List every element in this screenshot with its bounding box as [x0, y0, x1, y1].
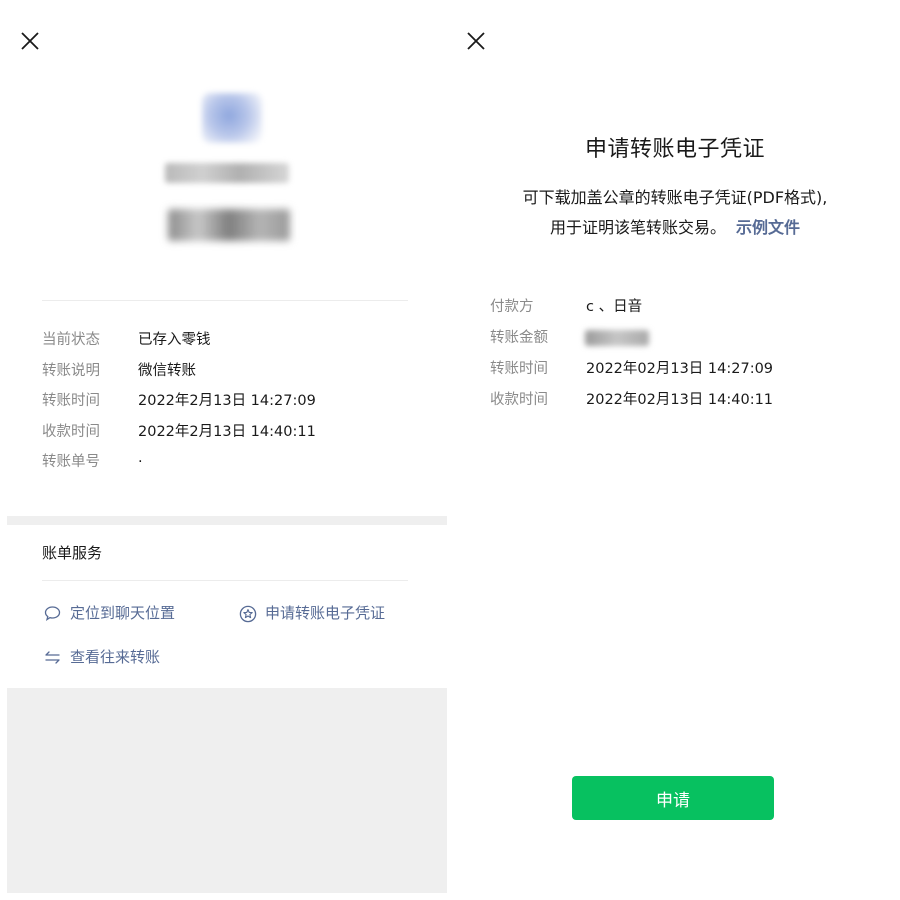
detail-label: 收款时间: [42, 424, 100, 440]
detail-value: 2022年2月13日 14:40:11: [138, 424, 316, 440]
chat-bubble-icon: [44, 606, 61, 621]
bill-services-title: 账单服务: [42, 544, 103, 562]
transfer-arrows-icon: [45, 651, 60, 664]
star-badge-icon: [239, 605, 257, 623]
voucher-value: c 、日音: [586, 299, 643, 315]
amount-redacted: [585, 330, 649, 346]
transfer-detail-panel: 当前状态 已存入零钱 转账说明 微信转账 转账时间 2022年2月13日 14:…: [0, 0, 450, 900]
amount-redacted: [168, 209, 290, 241]
description-line-1: 可下载加盖公章的转账电子凭证(PDF格式),: [522, 188, 828, 207]
detail-value: 2022年2月13日 14:27:09: [138, 393, 316, 409]
voucher-label: 付款方: [490, 299, 534, 315]
voucher-label: 转账金额: [490, 330, 548, 346]
view-history-label: 查看往来转账: [70, 648, 161, 666]
detail-label: 转账说明: [42, 363, 100, 379]
avatar: [202, 93, 262, 143]
close-icon[interactable]: [18, 29, 42, 53]
detail-label: 转账时间: [42, 393, 100, 409]
payer-name-redacted: [165, 163, 289, 183]
detail-value: ·: [138, 454, 143, 470]
detail-value: 已存入零钱: [138, 332, 211, 348]
locate-chat-label: 定位到聊天位置: [70, 604, 176, 622]
voucher-value: 2022年02月13日 14:40:11: [586, 392, 774, 408]
detail-label: 当前状态: [42, 332, 100, 348]
view-history-link[interactable]: 查看往来转账: [44, 646, 204, 668]
apply-voucher-link[interactable]: 申请转账电子凭证: [239, 602, 419, 624]
description-line-2-container: 用于证明该笔转账交易。 示例文件: [450, 214, 900, 242]
divider: [42, 300, 408, 301]
locate-chat-link[interactable]: 定位到聊天位置: [44, 602, 204, 624]
sample-file-link[interactable]: 示例文件: [736, 218, 800, 237]
divider: [42, 580, 408, 581]
close-icon[interactable]: [464, 29, 488, 53]
apply-voucher-panel: 申请转账电子凭证 可下载加盖公章的转账电子凭证(PDF格式), 用于证明该笔转账…: [450, 0, 900, 900]
empty-area: [7, 688, 447, 893]
detail-label: 转账单号: [42, 454, 100, 470]
voucher-label: 收款时间: [490, 392, 548, 408]
detail-value: 微信转账: [138, 363, 196, 379]
section-separator: [7, 516, 447, 525]
page-title: 申请转账电子凭证: [584, 137, 765, 162]
apply-voucher-label: 申请转账电子凭证: [265, 604, 386, 622]
apply-button[interactable]: 申请: [572, 776, 774, 820]
voucher-label: 转账时间: [490, 361, 548, 377]
voucher-value: 2022年02月13日 14:27:09: [586, 361, 774, 377]
description-line-2: 用于证明该笔转账交易。: [549, 218, 726, 237]
